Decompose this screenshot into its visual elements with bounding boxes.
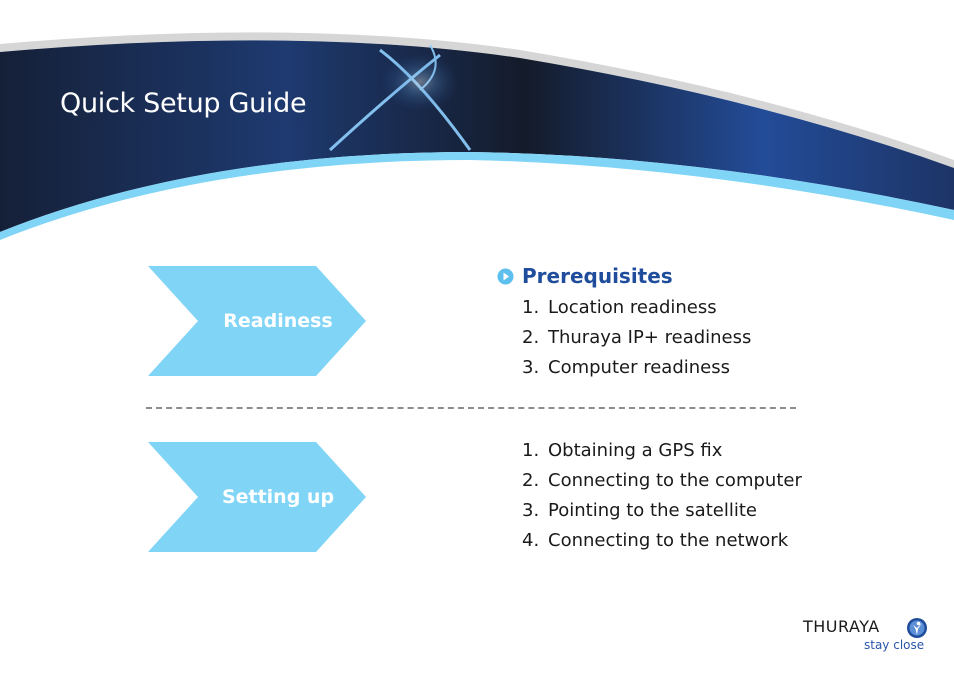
phase-chevron-setting-up: Setting up	[148, 442, 368, 552]
readiness-steps-list: 1. Location readiness 2. Thuraya IP+ readi…	[522, 293, 751, 383]
list-item: 1. Location readiness	[522, 293, 751, 323]
phase-label: Setting up	[221, 486, 335, 508]
setup-steps-list: 1. Obtaining a GPS fix 2. Connecting to th…	[522, 436, 802, 556]
step-number: 2.	[522, 327, 540, 348]
phase-label: Readiness	[223, 310, 333, 332]
step-number: 2.	[522, 470, 540, 491]
list-item: 1. Obtaining a GPS fix	[522, 436, 802, 466]
step-text: Computer readiness	[548, 357, 730, 378]
step-number: 1.	[522, 297, 540, 318]
logo-tagline: stay close	[864, 638, 925, 652]
step-number: 3.	[522, 500, 540, 521]
page-title: Quick Setup Guide	[60, 88, 307, 119]
banner-band	[0, 40, 954, 233]
step-text: Connecting to the network	[548, 530, 789, 551]
phase-chevron-readiness: Readiness	[148, 266, 368, 376]
step-number: 3.	[522, 357, 540, 378]
list-item: 3. Computer readiness	[522, 353, 751, 383]
step-text: Obtaining a GPS fix	[548, 440, 723, 461]
prerequisites-heading: Prerequisites	[497, 264, 673, 288]
heading-text: Prerequisites	[522, 264, 673, 288]
list-item: 4. Connecting to the network	[522, 526, 802, 556]
section-divider	[146, 407, 796, 409]
header-banner	[0, 32, 954, 240]
step-text: Pointing to the satellite	[548, 500, 757, 521]
list-item: 3. Pointing to the satellite	[522, 496, 802, 526]
play-bullet-icon	[497, 268, 514, 284]
step-text: Thuraya IP+ readiness	[548, 327, 752, 348]
logo-brand-text: THURAYA	[803, 617, 880, 636]
step-number: 4.	[522, 530, 540, 551]
list-item: 2. Connecting to the computer	[522, 466, 802, 496]
thuraya-figure-icon	[907, 618, 927, 638]
step-number: 1.	[522, 440, 540, 461]
list-item: 2. Thuraya IP+ readiness	[522, 323, 751, 353]
step-text: Location readiness	[548, 297, 717, 318]
step-text: Connecting to the computer	[548, 470, 802, 491]
